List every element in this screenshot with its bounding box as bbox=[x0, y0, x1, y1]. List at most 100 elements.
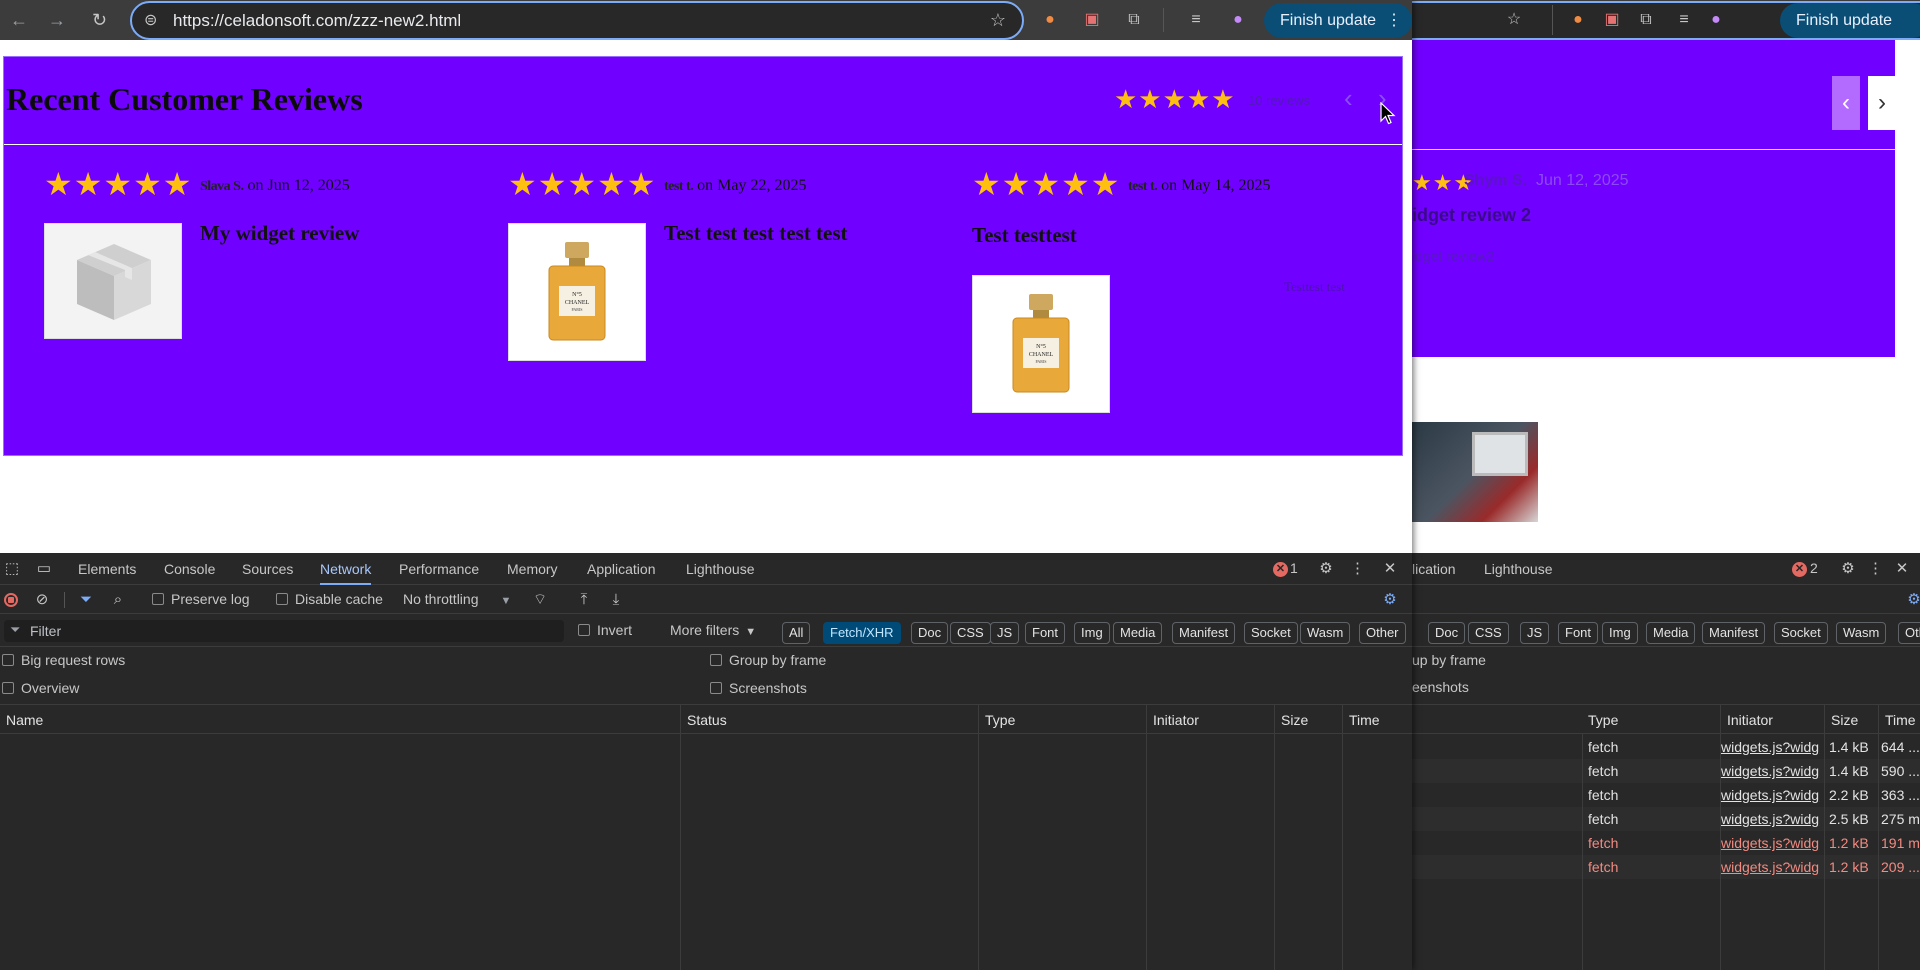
carousel-prev-button[interactable]: ‹ bbox=[1344, 83, 1353, 114]
cell-initiator[interactable]: widgets.js?widg bbox=[1721, 855, 1821, 879]
checkbox-box[interactable] bbox=[710, 682, 722, 694]
filter-chip-js[interactable]: JS bbox=[990, 622, 1020, 644]
group-by-frame-checkbox[interactable]: Group by frame bbox=[710, 652, 826, 668]
address-bar[interactable]: ⊜ https://celadonsoft.com/zzz-new2.html … bbox=[130, 1, 1024, 40]
column-status[interactable]: Status bbox=[680, 705, 978, 735]
preserve-log-checkbox[interactable]: Preserve log bbox=[152, 591, 250, 607]
filter-chip-img[interactable]: Img bbox=[1074, 622, 1110, 644]
column-time[interactable]: Time bbox=[1342, 705, 1412, 735]
cell-initiator[interactable]: widgets.js?widg bbox=[1721, 759, 1821, 783]
extensions-puzzle-icon[interactable]: ⧉ bbox=[1124, 10, 1144, 30]
filter-chip-wasm[interactable]: Wasm bbox=[1836, 622, 1887, 644]
checkbox-box[interactable] bbox=[2, 682, 14, 694]
big-request-rows-checkbox[interactable]: Big request rows bbox=[2, 652, 125, 668]
device-toolbar-icon[interactable]: ▭ bbox=[34, 559, 54, 579]
record-stop-icon[interactable] bbox=[4, 593, 18, 607]
network-settings-icon[interactable]: ⚙ bbox=[1380, 590, 1400, 610]
filter-input[interactable]: ⏷ Filter bbox=[4, 620, 564, 642]
tab-console[interactable]: Console bbox=[164, 553, 215, 585]
table-row[interactable]: fetch widgets.js?widg 1.2 kB 191 m bbox=[1412, 831, 1920, 855]
column-type[interactable]: Type bbox=[978, 705, 1146, 735]
extension-pdf-icon[interactable]: ▣ bbox=[1602, 10, 1622, 30]
filter-chip-doc[interactable]: Doc bbox=[911, 622, 949, 644]
profile-avatar-icon[interactable]: ● bbox=[1228, 10, 1248, 30]
carousel-prev-button[interactable]: ‹ bbox=[1832, 76, 1860, 130]
reload-icon[interactable]: ↻ bbox=[92, 10, 107, 30]
filter-chip-socket[interactable]: Socket bbox=[1774, 622, 1828, 644]
back-arrow-icon[interactable]: ← bbox=[10, 10, 28, 30]
tab-lighthouse[interactable]: Lighthouse bbox=[1484, 553, 1553, 585]
filter-chip-other[interactable]: Other bbox=[1359, 622, 1406, 644]
table-row[interactable]: fetch widgets.js?widg 2.2 kB 363 ... bbox=[1412, 783, 1920, 807]
import-har-icon[interactable]: ⤒ bbox=[574, 590, 594, 610]
network-conditions-icon[interactable]: ⌔ bbox=[530, 590, 550, 610]
extensions-puzzle-icon[interactable]: ⧉ bbox=[1636, 10, 1656, 30]
bookmark-star-icon[interactable]: ☆ bbox=[1504, 10, 1524, 30]
media-queue-icon[interactable]: ≡ bbox=[1186, 10, 1206, 30]
extension-pdf-icon[interactable]: ▣ bbox=[1082, 10, 1102, 30]
tab-lighthouse[interactable]: Lighthouse bbox=[686, 553, 755, 585]
tab-memory[interactable]: Memory bbox=[507, 553, 558, 585]
filter-chip-other[interactable]: Other bbox=[1898, 622, 1920, 644]
column-type[interactable]: Type bbox=[1582, 705, 1720, 735]
column-initiator[interactable]: Initiator bbox=[1146, 705, 1274, 735]
checkbox-box[interactable] bbox=[276, 593, 288, 605]
filter-chip-css[interactable]: CSS bbox=[1468, 622, 1509, 644]
column-initiator[interactable]: Initiator bbox=[1720, 705, 1824, 735]
column-size[interactable]: Size bbox=[1824, 705, 1878, 735]
table-row[interactable]: fetch widgets.js?widg 1.4 kB 644 ... bbox=[1412, 735, 1920, 759]
network-settings-icon[interactable]: ⚙ bbox=[1904, 590, 1920, 610]
tab-network[interactable]: Network bbox=[320, 553, 372, 585]
media-queue-icon[interactable]: ≡ bbox=[1674, 10, 1694, 30]
cell-initiator[interactable]: widgets.js?widg bbox=[1721, 807, 1821, 831]
screenshots-checkbox[interactable]: Screenshots bbox=[710, 680, 807, 696]
tab-elements[interactable]: Elements bbox=[78, 553, 136, 585]
filter-chip-fetch-xhr[interactable]: Fetch/XHR bbox=[823, 622, 901, 644]
checkbox-box[interactable] bbox=[710, 654, 722, 666]
filter-chip-manifest[interactable]: Manifest bbox=[1702, 622, 1766, 644]
table-row[interactable]: fetch widgets.js?widg 2.5 kB 275 m bbox=[1412, 807, 1920, 831]
more-options-icon[interactable]: ⋮ bbox=[1350, 559, 1365, 579]
carousel-next-button[interactable]: › bbox=[1868, 76, 1896, 130]
search-icon[interactable]: ⌕ bbox=[108, 590, 128, 610]
group-by-frame-label[interactable]: up by frame bbox=[1412, 652, 1486, 668]
screenshots-label[interactable]: eenshots bbox=[1412, 679, 1469, 695]
table-row[interactable]: fetch widgets.js?widg 1.2 kB 209 ... bbox=[1412, 855, 1920, 879]
cell-initiator[interactable]: widgets.js?widg bbox=[1721, 735, 1821, 759]
reviews-count[interactable]: 10 reviews bbox=[1248, 93, 1310, 108]
bookmark-star-icon[interactable]: ☆ bbox=[990, 3, 1006, 38]
settings-gear-icon[interactable]: ⚙ bbox=[1838, 559, 1858, 579]
filter-chip-socket[interactable]: Socket bbox=[1244, 622, 1298, 644]
checkbox-box[interactable] bbox=[152, 593, 164, 605]
more-options-icon[interactable]: ⋮ bbox=[1868, 559, 1883, 579]
column-size[interactable]: Size bbox=[1274, 705, 1342, 735]
error-count[interactable]: 1 bbox=[1290, 560, 1298, 576]
finish-update-button[interactable]: Finish update ⋮ bbox=[1264, 3, 1412, 38]
extension-orange-icon[interactable]: ● bbox=[1040, 10, 1060, 30]
filter-chip-manifest[interactable]: Manifest bbox=[1172, 622, 1236, 644]
filter-chip-all[interactable]: All bbox=[782, 622, 811, 644]
column-time[interactable]: Time bbox=[1878, 705, 1920, 735]
invert-checkbox[interactable]: Invert bbox=[578, 622, 632, 638]
inspect-element-icon[interactable]: ⬚ bbox=[2, 559, 22, 579]
tab-application[interactable]: Application bbox=[587, 553, 656, 585]
close-devtools-icon[interactable]: ✕ bbox=[1382, 559, 1398, 579]
settings-gear-icon[interactable]: ⚙ bbox=[1316, 559, 1336, 579]
extension-orange-icon[interactable]: ● bbox=[1568, 10, 1588, 30]
filter-chip-media[interactable]: Media bbox=[1646, 622, 1696, 644]
error-count[interactable]: 2 bbox=[1810, 560, 1818, 576]
filter-chip-js[interactable]: JS bbox=[1520, 622, 1550, 644]
filter-chip-wasm[interactable]: Wasm bbox=[1300, 622, 1351, 644]
more-filters-dropdown[interactable]: More filters ▼ bbox=[670, 622, 756, 638]
filter-chip-font[interactable]: Font bbox=[1558, 622, 1599, 644]
forward-arrow-icon[interactable]: → bbox=[48, 10, 66, 30]
filter-chip-img[interactable]: Img bbox=[1602, 622, 1638, 644]
checkbox-box[interactable] bbox=[2, 654, 14, 666]
cell-initiator[interactable]: widgets.js?widg bbox=[1721, 783, 1821, 807]
tab-sources[interactable]: Sources bbox=[242, 553, 293, 585]
table-row[interactable]: fetch widgets.js?widg 1.4 kB 590 ... bbox=[1412, 759, 1920, 783]
overview-checkbox[interactable]: Overview bbox=[2, 680, 79, 696]
export-har-icon[interactable]: ⤓ bbox=[606, 590, 626, 610]
clear-icon[interactable]: ⊘ bbox=[32, 590, 52, 610]
column-name[interactable]: Name bbox=[0, 705, 680, 735]
